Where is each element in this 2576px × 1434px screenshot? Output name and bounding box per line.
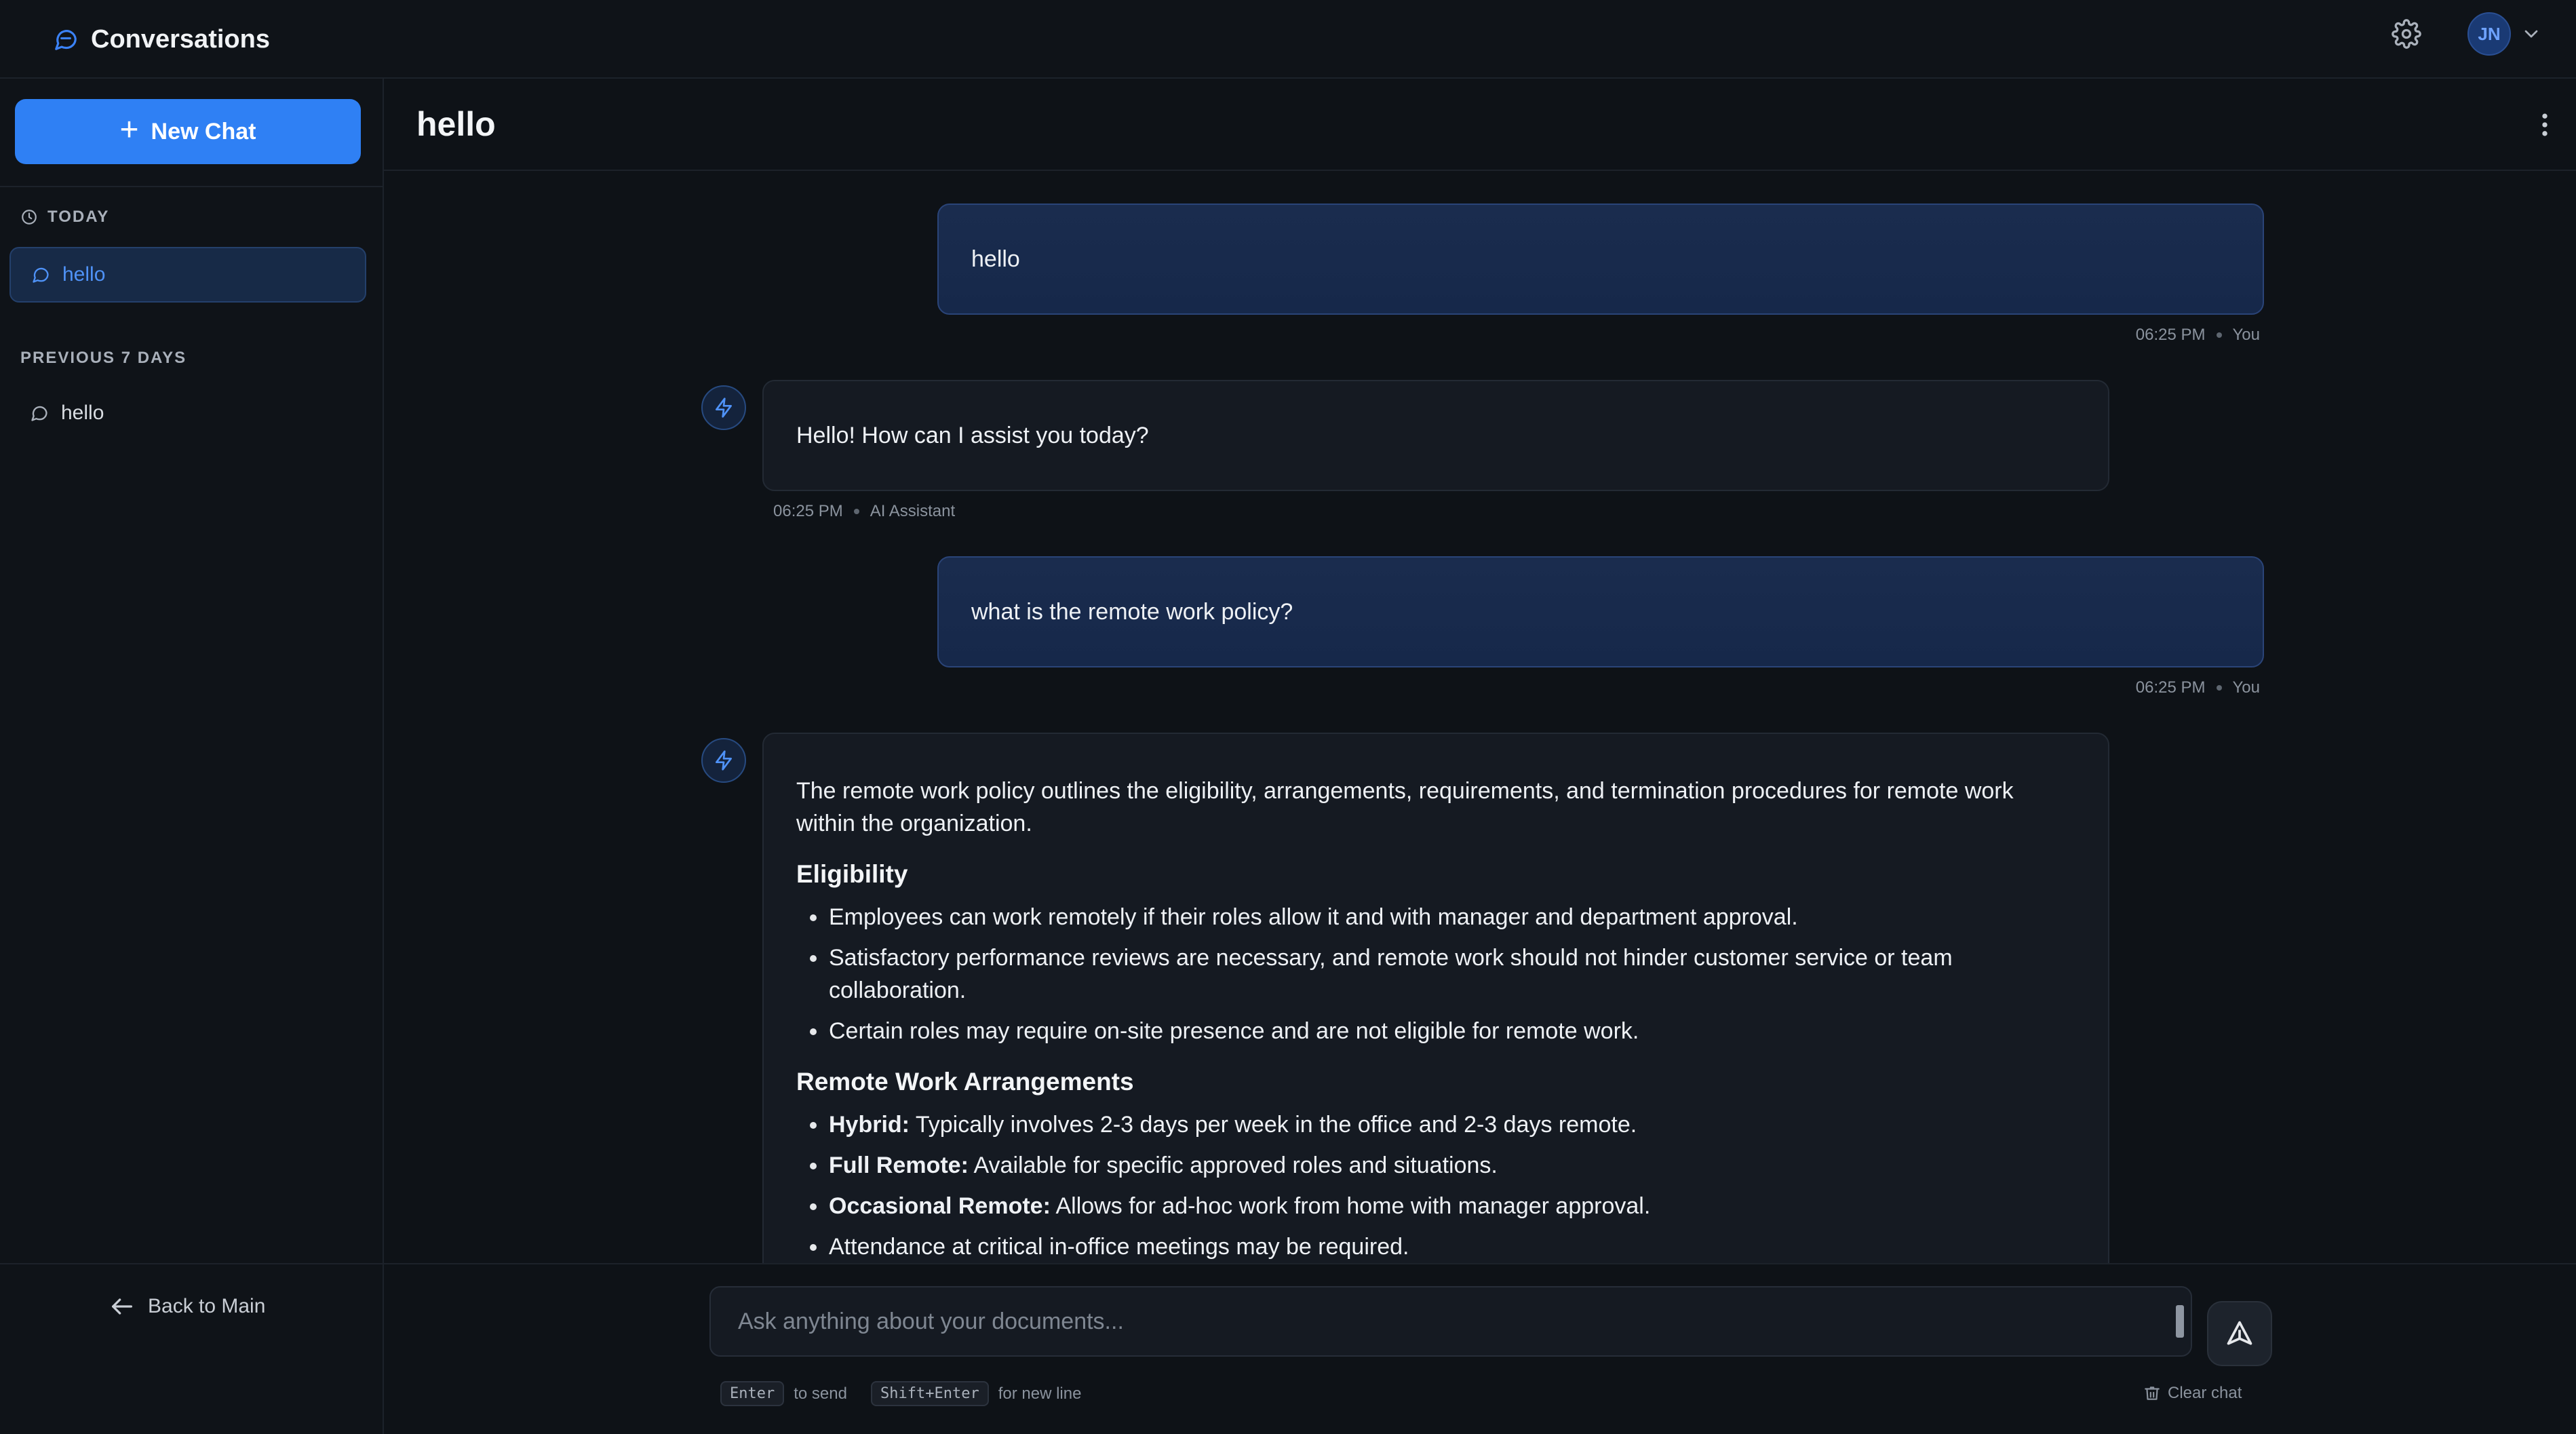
message-list[interactable]: hello 06:25 PM You Hello! How can I assis… bbox=[384, 172, 2576, 1263]
app-window: Conversations JN + New Chat TODAY hello … bbox=[0, 0, 2576, 1434]
new-chat-button[interactable]: + New Chat bbox=[15, 99, 361, 164]
bolt-icon bbox=[716, 750, 732, 771]
message-input-box[interactable] bbox=[709, 1286, 2192, 1357]
user-message: hello bbox=[937, 204, 2264, 315]
brand: Conversations bbox=[53, 19, 270, 60]
conversation-label: hello bbox=[62, 263, 106, 286]
sidebar-bottom-divider bbox=[0, 1263, 384, 1264]
user-message: what is the remote work policy? bbox=[937, 556, 2264, 667]
input-scrollbar[interactable] bbox=[2176, 1296, 2184, 1350]
sidebar-divider bbox=[0, 186, 384, 187]
send-hint: Enter to send bbox=[720, 1381, 847, 1406]
answer-list: Hybrid: Typically involves 2-3 days per … bbox=[796, 1108, 2075, 1263]
list-item: Attendance at critical in-office meeting… bbox=[796, 1230, 2075, 1263]
assistant-message: Hello! How can I assist you today? bbox=[762, 380, 2109, 491]
new-chat-label: New Chat bbox=[151, 118, 256, 144]
send-button[interactable] bbox=[2207, 1301, 2272, 1366]
plus-icon: + bbox=[119, 112, 139, 148]
app-title: Conversations bbox=[91, 24, 270, 54]
section-label-previous: PREVIOUS 7 DAYS bbox=[20, 349, 187, 367]
chevron-down-icon[interactable] bbox=[2520, 23, 2542, 45]
list-item: Full Remote: Available for specific appr… bbox=[796, 1149, 2075, 1182]
gear-icon[interactable] bbox=[2392, 19, 2421, 49]
back-to-main-link[interactable]: Back to Main bbox=[109, 1293, 265, 1320]
top-bar: Conversations JN bbox=[0, 0, 2576, 79]
answer-heading: Remote Work Arrangements bbox=[796, 1068, 1134, 1096]
chat-bubble-icon bbox=[31, 406, 47, 421]
chat-header: hello bbox=[384, 79, 2576, 171]
kebab-icon[interactable] bbox=[2530, 110, 2560, 140]
assistant-avatar bbox=[701, 385, 746, 430]
composer-divider bbox=[384, 1263, 2576, 1264]
send-icon bbox=[2227, 1321, 2252, 1345]
list-item: Satisfactory performance reviews are nec… bbox=[796, 942, 2075, 1007]
answer-heading: Eligibility bbox=[796, 860, 908, 888]
assistant-avatar bbox=[701, 738, 746, 783]
sidebar: + New Chat TODAY hello PREVIOUS 7 DAYS h… bbox=[0, 79, 384, 1434]
shift-enter-key: Shift+Enter bbox=[871, 1381, 989, 1406]
trash-icon bbox=[2145, 1387, 2160, 1400]
list-item: Occasional Remote: Allows for ad-hoc wor… bbox=[796, 1190, 2075, 1222]
chat-bubble-icon bbox=[33, 267, 49, 283]
message-meta: 06:25 PM You bbox=[2135, 326, 2260, 344]
user-avatar[interactable]: JN bbox=[2467, 12, 2511, 56]
message-input[interactable] bbox=[738, 1308, 2191, 1335]
newline-hint: Shift+Enter for new line bbox=[871, 1381, 1081, 1406]
clear-chat-button[interactable]: Clear chat bbox=[2143, 1384, 2242, 1403]
conversation-item[interactable]: hello bbox=[9, 385, 366, 441]
assistant-message: The remote work policy outlines the elig… bbox=[762, 733, 2109, 1263]
answer-list: Employees can work remotely if their rol… bbox=[796, 901, 2075, 1047]
list-item: Certain roles may require on-site presen… bbox=[796, 1015, 2075, 1047]
conversation-item-active[interactable]: hello bbox=[9, 247, 366, 303]
section-label-today: TODAY bbox=[20, 208, 109, 227]
chat-title: hello bbox=[416, 105, 496, 143]
message-meta: 06:25 PM AI Assistant bbox=[773, 502, 956, 520]
message-meta: 06:25 PM You bbox=[2135, 678, 2260, 697]
chat-bubble-icon bbox=[55, 30, 77, 50]
enter-key: Enter bbox=[720, 1381, 785, 1406]
list-item: Hybrid: Typically involves 2-3 days per … bbox=[796, 1108, 2075, 1141]
list-item: Employees can work remotely if their rol… bbox=[796, 901, 2075, 933]
answer-intro: The remote work policy outlines the elig… bbox=[796, 778, 2014, 836]
arrow-left-icon bbox=[112, 1298, 132, 1315]
bolt-icon bbox=[716, 398, 732, 418]
conversation-label: hello bbox=[61, 402, 104, 424]
clock-icon bbox=[22, 210, 37, 225]
